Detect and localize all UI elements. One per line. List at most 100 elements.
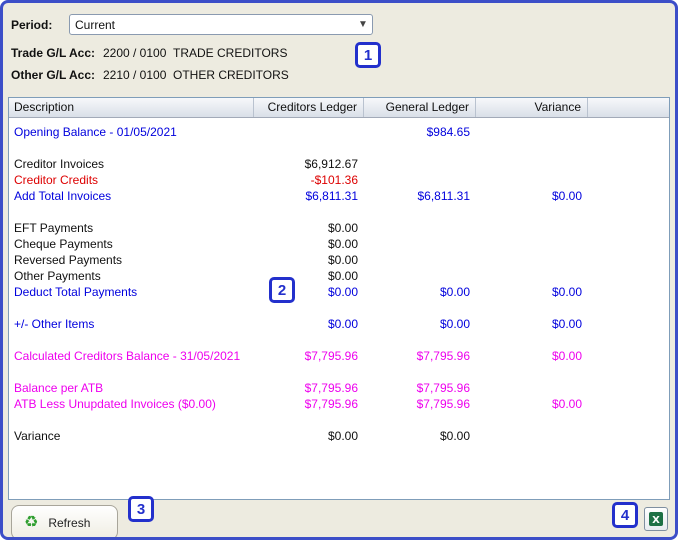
grid-header: Description Creditors Ledger General Led…: [9, 98, 669, 118]
column-header-filler: [588, 98, 669, 117]
other-gl-account-row: Other G/L Acc: 2210 / 0100 OTHER CREDITO…: [3, 66, 675, 84]
annotation-badge-1: 1: [355, 42, 381, 68]
cell-variance: [476, 220, 588, 236]
creditors-reconciliation-screen: Period: Current ▼ Trade G/L Acc: 2200 / …: [0, 0, 678, 540]
cell-variance: [476, 380, 588, 396]
cell-description: [9, 332, 254, 348]
cell-variance: [476, 332, 588, 348]
cell-variance: [476, 364, 588, 380]
table-row: EFT Payments $0.00: [9, 220, 669, 236]
cell-creditors-ledger: $7,795.96: [304, 381, 358, 395]
table-row: [9, 140, 669, 156]
footer-bar: ♻ Refresh X: [3, 500, 675, 537]
cell-description: Balance per ATB: [14, 381, 104, 395]
cell-variance: $0.00: [551, 397, 582, 411]
cell-variance: $0.00: [551, 189, 582, 203]
column-header-variance: Variance: [476, 98, 588, 117]
cell-variance: [476, 140, 588, 156]
other-gl-code: 2210: [103, 68, 130, 82]
cell-general-ledger: [364, 236, 476, 252]
cell-variance: $0.00: [551, 349, 582, 363]
cell-description: Other Payments: [14, 269, 101, 283]
cell-creditors-ledger: $7,795.96: [304, 397, 358, 411]
cell-general-ledger: [364, 220, 476, 236]
table-row: Creditor Credits -$101.36: [9, 172, 669, 188]
chevron-down-icon[interactable]: ▼: [354, 15, 372, 34]
cell-creditors-ledger: [254, 412, 364, 428]
cell-creditors-ledger: [254, 300, 364, 316]
cell-creditors-ledger: [254, 140, 364, 156]
cell-description: [9, 140, 254, 156]
cell-description: Creditor Invoices: [14, 157, 105, 171]
cell-creditors-ledger: $6,811.31: [305, 189, 359, 203]
cell-general-ledger: [364, 268, 476, 284]
table-row: +/- Other Items $0.00 $0.00 $0.00: [9, 316, 669, 332]
cell-creditors-ledger: -$101.36: [310, 173, 358, 187]
period-row: Period: Current ▼: [3, 14, 675, 35]
annotation-badge-3: 3: [128, 496, 154, 522]
export-to-excel-button[interactable]: X: [644, 507, 668, 531]
table-row: Opening Balance - 01/05/2021 $984.65: [9, 124, 669, 140]
annotation-badge-2: 2: [269, 277, 295, 303]
trade-gl-account-row: Trade G/L Acc: 2200 / 0100 TRADE CREDITO…: [3, 44, 675, 62]
table-row: Deduct Total Payments $0.00 $0.00 $0.00: [9, 284, 669, 300]
cell-general-ledger: [364, 204, 476, 220]
cell-general-ledger: $0.00: [439, 317, 470, 331]
cell-variance: [476, 156, 588, 172]
cell-description: Variance: [14, 429, 61, 443]
cell-variance: [476, 252, 588, 268]
trade-gl-name: TRADE CREDITORS: [173, 46, 288, 60]
cell-creditors-ledger: [254, 124, 364, 140]
refresh-icon: ♻: [24, 513, 39, 531]
cell-variance: [476, 300, 588, 316]
cell-description: [9, 364, 254, 380]
cell-creditors-ledger: $0.00: [327, 317, 358, 331]
refresh-button-label: Refresh: [48, 515, 91, 530]
trade-gl-label: Trade G/L Acc:: [11, 46, 96, 60]
period-dropdown[interactable]: Current ▼: [69, 14, 373, 35]
cell-creditors-ledger: [254, 332, 364, 348]
cell-creditors-ledger: $0.00: [327, 253, 358, 267]
cell-general-ledger: [364, 412, 476, 428]
cell-general-ledger: [364, 140, 476, 156]
creditors-reconciliation-window: Period: Current ▼ Trade G/L Acc: 2200 / …: [0, 0, 678, 540]
column-header-general-ledger: General Ledger: [364, 98, 476, 117]
table-row: Creditor Invoices $6,912.67: [9, 156, 669, 172]
table-row: Variance $0.00 $0.00: [9, 428, 669, 444]
other-gl-label: Other G/L Acc:: [11, 68, 96, 82]
trade-gl-code: 2200: [103, 46, 130, 60]
excel-icon: X: [649, 512, 663, 526]
table-row: Other Payments $0.00: [9, 268, 669, 284]
table-row: [9, 204, 669, 220]
table-row: Cheque Payments $0.00: [9, 236, 669, 252]
cell-variance: [476, 172, 588, 188]
svg-text:X: X: [652, 515, 660, 526]
other-gl-name: OTHER CREDITORS: [173, 68, 289, 82]
filter-panel: Period: Current ▼ Trade G/L Acc: 2200 / …: [3, 3, 675, 97]
cell-general-ledger: $7,795.96: [416, 397, 470, 411]
cell-description: Deduct Total Payments: [14, 285, 138, 299]
table-row: [9, 364, 669, 380]
table-row: Calculated Creditors Balance - 31/05/202…: [9, 348, 669, 364]
cell-creditors-ledger: $6,912.67: [304, 157, 358, 171]
cell-description: [9, 300, 254, 316]
reconciliation-grid: Description Creditors Ledger General Led…: [8, 97, 670, 500]
table-row: Add Total Invoices $6,811.31 $6,811.31 $0.0…: [9, 188, 669, 204]
cell-description: Reversed Payments: [14, 253, 123, 267]
table-row: ATB Less Unupdated Invoices ($0.00) $7,79…: [9, 396, 669, 412]
refresh-button[interactable]: ♻ Refresh: [11, 505, 118, 537]
cell-description: ATB Less Unupdated Invoices ($0.00): [14, 397, 216, 411]
cell-variance: [476, 412, 588, 428]
cell-description: [9, 204, 254, 220]
table-row: [9, 412, 669, 428]
cell-general-ledger: $7,795.96: [416, 349, 470, 363]
cell-general-ledger: [364, 332, 476, 348]
cell-general-ledger: [364, 156, 476, 172]
cell-description: [9, 412, 254, 428]
table-row: Balance per ATB $7,795.96 $7,795.96: [9, 380, 669, 396]
cell-variance: [476, 204, 588, 220]
cell-description: Calculated Creditors Balance - 31/05/202…: [14, 349, 241, 363]
table-row: Reversed Payments $0.00: [9, 252, 669, 268]
table-row: [9, 332, 669, 348]
cell-general-ledger: [364, 300, 476, 316]
